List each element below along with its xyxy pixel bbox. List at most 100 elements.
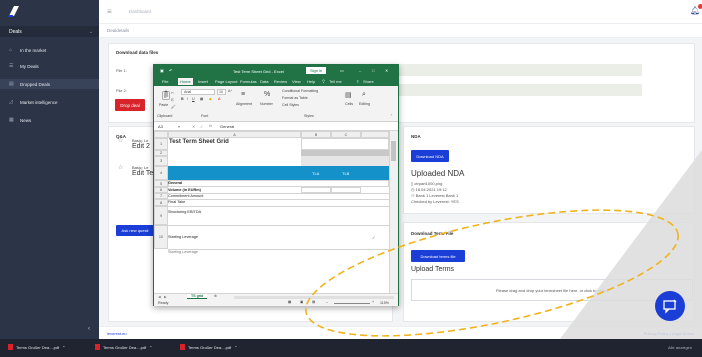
page-break-view-icon[interactable]: ▤ bbox=[312, 300, 315, 304]
confirm-entry-icon[interactable]: ✓ bbox=[200, 124, 203, 129]
sheet-tab[interactable]: TS grid bbox=[187, 294, 208, 299]
collapse-ribbon-icon[interactable]: ⌃ bbox=[390, 114, 393, 118]
add-sheet-icon[interactable]: ⊕ bbox=[214, 294, 217, 298]
conditional-formatting-button[interactable]: Conditional Formatting bbox=[282, 89, 318, 93]
editing-icon[interactable]: ⌕ bbox=[362, 91, 366, 99]
paste-icon[interactable]: 📋︎ bbox=[160, 90, 171, 101]
undo-icon[interactable]: ↶ bbox=[169, 68, 172, 73]
format-painter-icon[interactable]: 🖌︎ bbox=[171, 105, 176, 109]
font-size-select[interactable]: 10 bbox=[217, 89, 226, 95]
format-as-table-button[interactable]: Format as Table bbox=[282, 96, 308, 100]
cell-styles-button[interactable]: Cell Styles bbox=[282, 103, 299, 107]
borders-icon[interactable]: ▦ bbox=[200, 97, 203, 101]
zoom-level[interactable]: 115% bbox=[380, 301, 389, 305]
cut-icon[interactable]: ✂ bbox=[171, 91, 174, 95]
excel-title-bar[interactable]: ▣ ↶ Test Term Sheet Grid - Excel Sign in… bbox=[154, 65, 398, 77]
ask-new-question-button[interactable]: Ask new questi bbox=[116, 225, 154, 236]
qa-item[interactable]: Basic: Le Edit Te bbox=[132, 165, 153, 177]
insert-function-icon[interactable]: fx bbox=[209, 123, 212, 128]
column-header-empty[interactable] bbox=[361, 131, 389, 138]
cancel-entry-icon[interactable]: ✕ bbox=[192, 124, 195, 129]
row-label[interactable]: Structuring EBITDA bbox=[168, 210, 201, 214]
sheet-heading[interactable]: Test Term Sheet Grid bbox=[169, 139, 229, 145]
number-format-icon[interactable]: % bbox=[264, 91, 270, 98]
sidebar-group-deals[interactable]: Deals ⌄ bbox=[0, 26, 99, 37]
collapse-sidebar-icon[interactable]: ‹ bbox=[88, 326, 90, 332]
download-terms-button[interactable]: Download terms file bbox=[411, 250, 465, 262]
cells-group[interactable]: Cells bbox=[345, 102, 353, 106]
row-header[interactable]: 8 bbox=[154, 199, 168, 206]
column-header[interactable]: A bbox=[168, 131, 301, 138]
tab-view[interactable]: View bbox=[292, 79, 301, 84]
tab-help[interactable]: Help bbox=[307, 79, 315, 84]
grow-font-icon[interactable]: A⁺ bbox=[228, 89, 232, 93]
chevron-up-icon[interactable]: ⌃ bbox=[62, 345, 65, 350]
normal-view-icon[interactable]: ▦ bbox=[288, 300, 291, 304]
row-header[interactable]: 10 bbox=[154, 225, 168, 249]
row-label[interactable]: Starting Leverage bbox=[168, 235, 198, 239]
row-header[interactable]: 1 bbox=[154, 138, 168, 150]
alignment-icon[interactable]: ≡ bbox=[241, 91, 245, 98]
close-icon[interactable]: ✕ bbox=[385, 68, 388, 73]
fill-color-icon[interactable]: ◆ bbox=[209, 97, 212, 101]
sidebar-item-market-intelligence[interactable]: ◿ Market intelligence bbox=[0, 97, 99, 107]
chevron-up-icon[interactable]: ⌃ bbox=[234, 345, 237, 350]
number-group[interactable]: Number bbox=[260, 102, 273, 106]
row-label[interactable]: General bbox=[168, 181, 182, 185]
download-item[interactable]: Terms Großer Dea....pdf ⌃ bbox=[8, 344, 65, 350]
chevron-up-icon[interactable]: ⌃ bbox=[149, 345, 152, 350]
next-sheet-icon[interactable]: ▶ bbox=[164, 295, 167, 299]
sign-in-button[interactable]: Sign in bbox=[306, 67, 327, 74]
row-label[interactable]: Starting Leverage bbox=[168, 250, 198, 254]
name-box-dropdown-icon[interactable]: ▾ bbox=[178, 124, 180, 129]
row-header[interactable]: 4 bbox=[154, 166, 168, 180]
footer-legal-links[interactable]: Privacy Policy | Legal Notice bbox=[644, 331, 694, 336]
sidebar-item-my-deals[interactable]: ☰ My Deals bbox=[0, 61, 99, 71]
prev-sheet-icon[interactable]: ◀ bbox=[158, 295, 161, 299]
maximize-icon[interactable]: □ bbox=[372, 68, 374, 73]
drop-deal-button[interactable]: Drop deal bbox=[115, 99, 145, 111]
column-header[interactable]: C bbox=[331, 131, 361, 138]
tab-page-layout[interactable]: Page Layout bbox=[215, 79, 237, 84]
sidebar-item-in-the-market[interactable]: ⌂ In the market bbox=[0, 45, 99, 55]
cells-icon[interactable]: ▤ bbox=[345, 91, 352, 99]
general-row[interactable] bbox=[168, 180, 389, 187]
star-icon[interactable]: ☆ bbox=[118, 137, 123, 144]
spreadsheet-grid[interactable]: A B C 1 2 3 4 5 6 7 8 9 10 Test Term She… bbox=[154, 131, 398, 293]
row-header[interactable]: 5 bbox=[154, 180, 168, 187]
row-label[interactable]: Final Take bbox=[168, 200, 185, 204]
footer-link-site[interactable]: leverest.eu bbox=[107, 331, 127, 336]
page-layout-view-icon[interactable]: ▣ bbox=[300, 300, 303, 304]
alignment-group[interactable]: Alignment bbox=[236, 102, 252, 106]
formula-input[interactable]: General bbox=[220, 124, 234, 129]
cell-block[interactable] bbox=[301, 138, 389, 150]
nda-file-row[interactable]: ▯ ctrpart1000.png bbox=[411, 181, 442, 186]
download-nda-button[interactable]: Download NDA bbox=[411, 150, 449, 162]
qa-item[interactable]: Basic: Le Edit 2 bbox=[132, 138, 150, 150]
tab-home[interactable]: Home bbox=[178, 78, 193, 85]
copy-icon[interactable]: ⎘ bbox=[171, 98, 174, 102]
share-button[interactable]: Share bbox=[363, 79, 374, 84]
row-label[interactable]: Commitment Amount bbox=[168, 194, 203, 198]
download-item[interactable]: Terms Großer Dea....pdf ⌃ bbox=[95, 344, 152, 350]
hamburger-menu-icon[interactable]: ≡ bbox=[107, 7, 112, 16]
tlb-header[interactable]: TLB bbox=[342, 171, 349, 176]
bold-button[interactable]: B bbox=[181, 97, 184, 101]
terms-dropzone[interactable]: Please drag and drop your termsheet file… bbox=[411, 279, 693, 301]
tab-data[interactable]: Data bbox=[260, 79, 268, 84]
tell-me-search[interactable]: Tell me bbox=[329, 79, 342, 84]
minimize-icon[interactable]: – bbox=[359, 68, 361, 73]
tla-header[interactable]: TLA bbox=[312, 171, 319, 176]
font-color-icon[interactable]: A bbox=[218, 97, 220, 101]
excel-window[interactable]: ▣ ↶ Test Term Sheet Grid - Excel Sign in… bbox=[153, 64, 399, 306]
font-name-select[interactable]: Arial bbox=[181, 89, 215, 95]
row-label[interactable]: Volume (in EURm) bbox=[168, 188, 201, 192]
column-header[interactable]: B bbox=[301, 131, 331, 138]
row-header[interactable]: 9 bbox=[154, 206, 168, 225]
horizontal-scrollbar[interactable] bbox=[234, 296, 394, 299]
sidebar-item-dropped-deals[interactable]: ▤ Dropped Deals bbox=[0, 79, 99, 89]
underline-button[interactable]: U bbox=[192, 97, 195, 101]
ribbon-display-icon[interactable]: ▭ bbox=[340, 68, 344, 73]
star-icon[interactable]: ☆ bbox=[118, 164, 123, 171]
tab-insert[interactable]: Insert bbox=[198, 79, 208, 84]
